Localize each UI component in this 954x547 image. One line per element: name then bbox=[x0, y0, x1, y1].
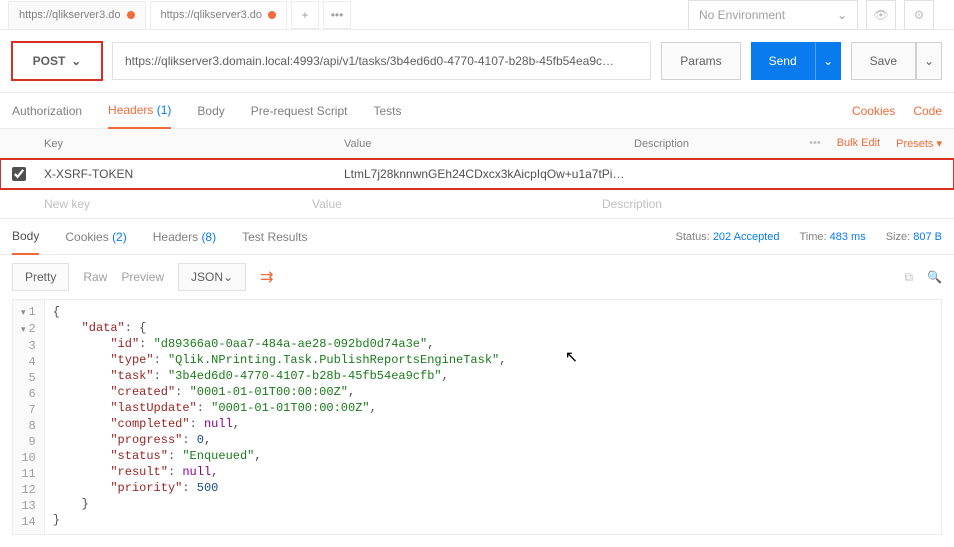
view-pretty-button[interactable]: Pretty bbox=[12, 263, 69, 291]
header-value[interactable]: LtmL7j28knnwnGEh24CDxcx3kAicpIqOw+u1a7tP… bbox=[344, 167, 634, 181]
method-select[interactable]: POST⌄ bbox=[12, 42, 102, 80]
header-row[interactable]: X-XSRF-TOKEN LtmL7j28knnwnGEh24CDxcx3kAi… bbox=[0, 159, 954, 189]
response-body: ▾1▾234567891011121314 { "data": { "id": … bbox=[12, 299, 942, 535]
chevron-down-icon: ⌄ bbox=[837, 8, 847, 22]
search-icon[interactable]: 🔍 bbox=[927, 270, 942, 285]
view-preview-button[interactable]: Preview bbox=[121, 270, 164, 284]
view-raw-button[interactable]: Raw bbox=[83, 270, 107, 284]
send-dropdown-button[interactable]: ⌄ bbox=[815, 42, 841, 80]
resp-tab-headers[interactable]: Headers (8) bbox=[153, 220, 216, 254]
resp-tab-body[interactable]: Body bbox=[12, 219, 39, 255]
settings-icon[interactable]: ⚙ bbox=[904, 0, 934, 30]
copy-icon[interactable]: ⧉ bbox=[904, 270, 913, 285]
chevron-down-icon: ⌄ bbox=[223, 270, 233, 284]
tab-prerequest[interactable]: Pre-request Script bbox=[251, 94, 348, 128]
cursor-icon: ↖ bbox=[565, 350, 578, 366]
tab-request-2[interactable]: https://qlikserver3.do bbox=[150, 1, 288, 29]
format-select[interactable]: JSON ⌄ bbox=[178, 263, 246, 291]
time-label: Time: 483 ms bbox=[799, 231, 865, 243]
tab-headers[interactable]: Headers (1) bbox=[108, 93, 171, 129]
more-options-icon[interactable]: ••• bbox=[809, 137, 821, 150]
header-key[interactable]: X-XSRF-TOKEN bbox=[44, 167, 344, 181]
unsaved-dot-icon bbox=[127, 11, 135, 19]
tab-request-1[interactable]: https://qlikserver3.do bbox=[8, 1, 146, 29]
size-label: Size: 807 B bbox=[886, 231, 942, 243]
quick-look-icon[interactable]: 👁 bbox=[866, 0, 896, 30]
header-row-new[interactable]: New key Value Description bbox=[0, 189, 954, 219]
environment-select[interactable]: No Environment⌄ bbox=[688, 0, 858, 30]
tab-body[interactable]: Body bbox=[197, 94, 224, 128]
header-checkbox[interactable] bbox=[12, 167, 26, 181]
chevron-down-icon: ⌄ bbox=[71, 54, 81, 68]
headers-table-head: Key Value Description ••• Bulk Edit Pres… bbox=[0, 129, 954, 159]
params-button[interactable]: Params bbox=[661, 42, 740, 80]
status-label: Status: 202 Accepted bbox=[676, 231, 780, 243]
send-button[interactable]: Send bbox=[751, 42, 815, 80]
code-link[interactable]: Code bbox=[913, 104, 942, 118]
save-button[interactable]: Save bbox=[851, 42, 916, 80]
presets-dropdown[interactable]: Presets ▾ bbox=[896, 137, 942, 150]
cookies-link[interactable]: Cookies bbox=[852, 104, 895, 118]
tab-auth[interactable]: Authorization bbox=[12, 94, 82, 128]
new-tab-button[interactable]: + bbox=[291, 1, 319, 29]
resp-tab-cookies[interactable]: Cookies (2) bbox=[65, 220, 126, 254]
request-row: POST⌄ Params Send ⌄ Save ⌄ bbox=[0, 30, 954, 93]
bulk-edit-link[interactable]: Bulk Edit bbox=[837, 137, 880, 150]
tab-tests[interactable]: Tests bbox=[373, 94, 401, 128]
unsaved-dot-icon bbox=[268, 11, 276, 19]
resp-tab-tests[interactable]: Test Results bbox=[242, 220, 307, 254]
save-dropdown-button[interactable]: ⌄ bbox=[916, 42, 942, 80]
url-input[interactable] bbox=[112, 42, 651, 80]
wrap-lines-icon[interactable]: ⇉ bbox=[260, 267, 273, 287]
tab-options-button[interactable]: ••• bbox=[323, 1, 351, 29]
